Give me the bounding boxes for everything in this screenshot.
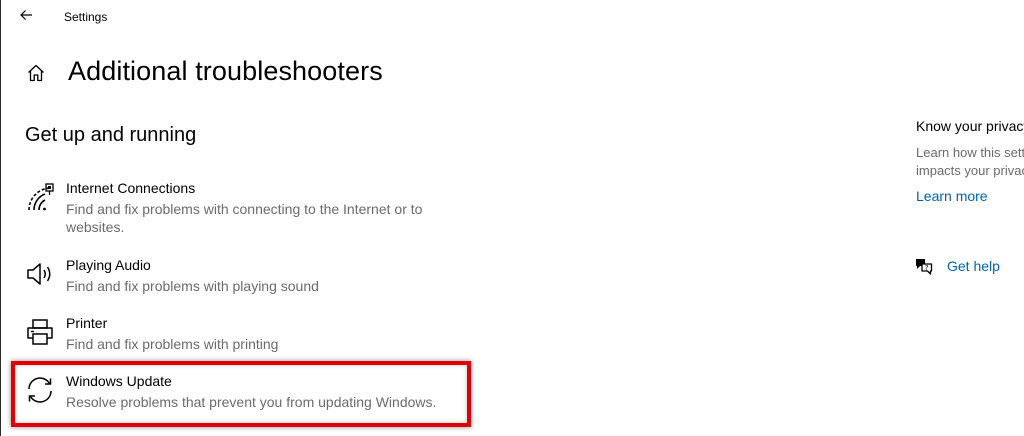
sync-icon [23, 373, 57, 407]
settings-window: Settings Additional troubleshooters Get … [0, 0, 1024, 436]
get-help-link[interactable]: ? Get help [914, 256, 1000, 276]
privacy-text: Learn how this setting impacts your priv… [916, 145, 1024, 178]
item-name: Internet Connections [66, 180, 196, 196]
item-description: Find and fix problems with playing sound [66, 278, 319, 294]
app-title: Settings [64, 10, 108, 24]
learn-more-link[interactable]: Learn more [916, 188, 1024, 204]
troubleshooter-playing-audio[interactable]: Playing Audio Find and fix problems with… [19, 257, 459, 295]
item-description: Find and fix problems with printing [66, 336, 279, 352]
speaker-icon [23, 257, 57, 291]
printer-icon [23, 315, 57, 349]
svg-text:?: ? [925, 264, 929, 272]
home-icon [26, 63, 46, 88]
troubleshooter-internet-connections[interactable]: Internet Connections Find and fix proble… [19, 180, 459, 236]
section-title: Get up and running [25, 124, 197, 146]
item-description: Resolve problems that prevent you from u… [66, 394, 437, 410]
troubleshooter-printer[interactable]: Printer Find and fix problems with print… [19, 315, 459, 353]
home-button[interactable] [23, 62, 49, 88]
related-panel: Know your privacy Learn how this setting… [916, 118, 1024, 204]
item-name: Windows Update [66, 373, 172, 389]
item-name: Printer [66, 315, 108, 331]
troubleshooter-windows-update[interactable]: Windows Update Resolve problems that pre… [19, 373, 459, 413]
back-button[interactable] [11, 4, 41, 30]
privacy-heading: Know your privacy [916, 118, 1024, 134]
item-name: Playing Audio [66, 257, 151, 273]
wifi-signal-icon [23, 180, 57, 214]
get-help-label: Get help [947, 258, 1000, 274]
chat-help-icon: ? [914, 256, 934, 276]
item-description: Find and fix problems with connecting to… [66, 201, 423, 235]
page-title: Additional troubleshooters [68, 56, 383, 86]
back-arrow-icon [18, 7, 34, 28]
title-bar: Settings [1, 0, 1024, 36]
